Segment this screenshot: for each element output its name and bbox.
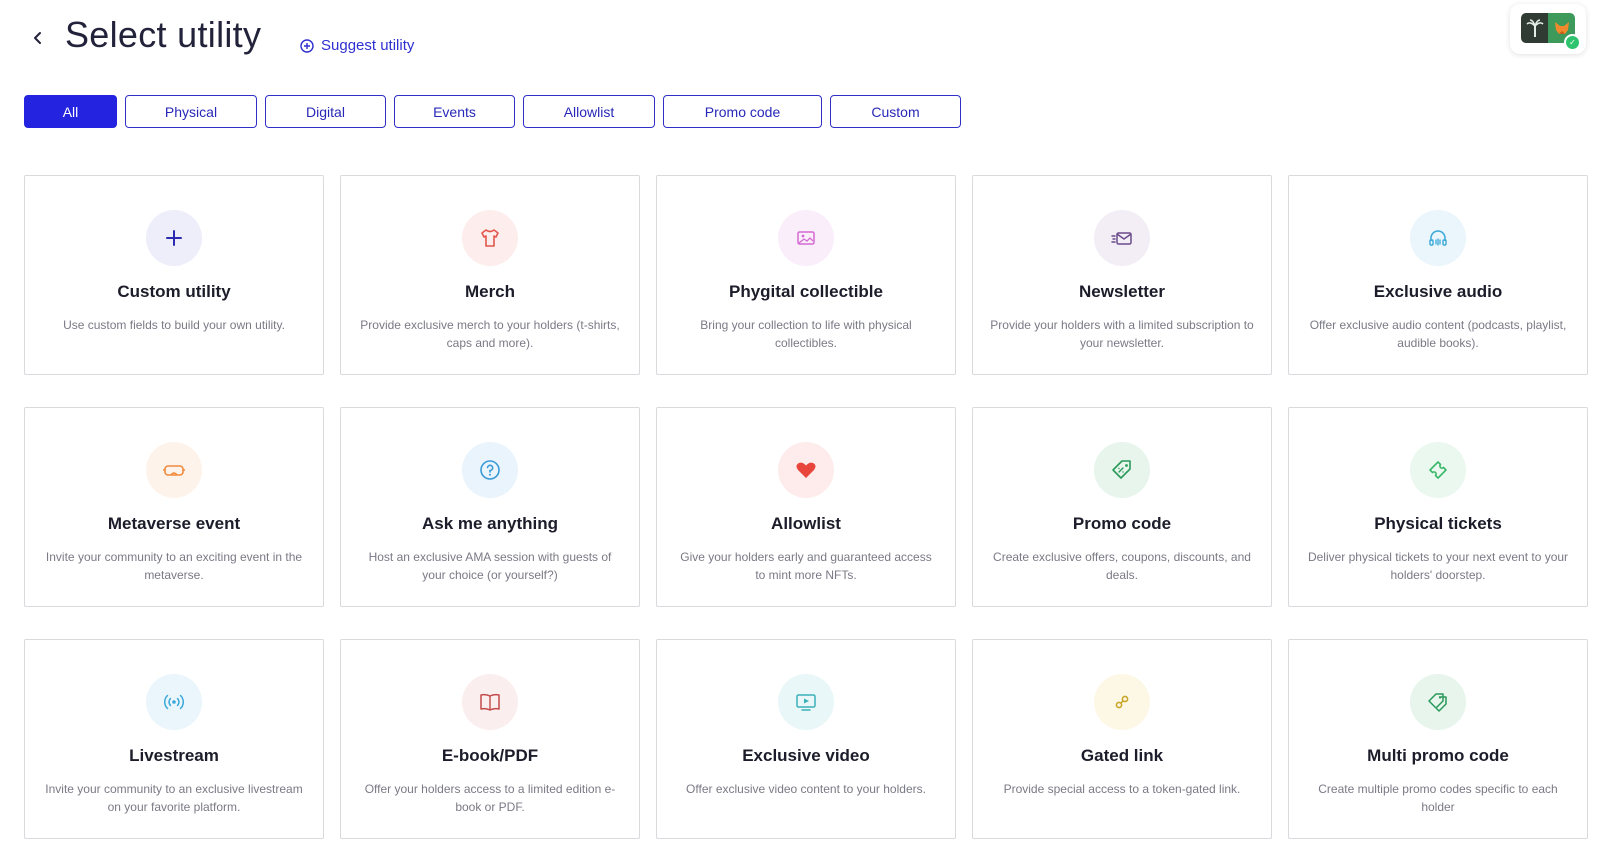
filter-custom[interactable]: Custom [830,95,961,128]
filter-bar: All Physical Digital Events Allowlist Pr… [24,95,961,128]
chevron-left-icon [34,32,41,44]
question-icon [462,442,518,498]
filter-events[interactable]: Events [394,95,515,128]
filter-allowlist[interactable]: Allowlist [523,95,655,128]
card-title: Merch [464,282,516,301]
card-title: Metaverse event [107,514,241,533]
headphones-icon [1410,210,1466,266]
card-description: Provide your holders with a limited subs… [990,318,1254,350]
heart-icon [778,442,834,498]
suggest-utility-link[interactable]: Suggest utility [300,37,414,54]
filter-promo-code[interactable]: Promo code [663,95,822,128]
filter-all[interactable]: All [24,95,117,128]
card-title: Promo code [1072,514,1172,533]
vr-headset-icon [146,442,202,498]
utility-card-phygital-collectible[interactable]: Phygital collectible Bring your collecti… [656,175,956,375]
ticket-icon [1410,442,1466,498]
utility-card-ask-me-anything[interactable]: Ask me anything Host an exclusive AMA se… [340,407,640,607]
page-title: Select utility [65,14,262,55]
card-description: Deliver physical tickets to your next ev… [1307,550,1569,582]
utility-card-merch[interactable]: Merch Provide exclusive merch to your ho… [340,175,640,375]
image-icon [778,210,834,266]
filter-digital[interactable]: Digital [265,95,386,128]
utility-card-livestream[interactable]: Livestream Invite your community to an e… [24,639,324,839]
card-description: Invite your community to an exciting eve… [45,550,303,582]
card-description: Invite your community to an exclusive li… [45,782,303,814]
card-description: Bring your collection to life with physi… [700,318,912,350]
tag-icon [1094,442,1150,498]
back-button[interactable] [26,24,50,52]
card-title: Newsletter [1079,282,1165,301]
card-title: Gated link [1080,746,1164,765]
card-description: Offer exclusive audio content (podcasts,… [1309,318,1567,350]
card-description: Provide exclusive merch to your holders … [360,318,620,350]
utility-card-exclusive-audio[interactable]: Exclusive audio Offer exclusive audio co… [1288,175,1588,375]
card-description: Give your holders early and guaranteed a… [680,550,932,582]
card-title: Allowlist [771,514,841,533]
video-icon [778,674,834,730]
multi-tag-icon [1410,674,1466,730]
utility-card-allowlist[interactable]: Allowlist Give your holders early and gu… [656,407,956,607]
utility-grid: Custom utility Use custom fields to buil… [24,175,1588,839]
link-icon [1094,674,1150,730]
utility-card-e-book-pdf[interactable]: E-book/PDF Offer your holders access to … [340,639,640,839]
card-description: Host an exclusive AMA session with guest… [368,550,612,582]
card-description: Provide special access to a token-gated … [1003,782,1241,796]
envelope-icon [1094,210,1150,266]
wallet-button[interactable]: ✓ [1510,4,1586,54]
utility-card-exclusive-video[interactable]: Exclusive video Offer exclusive video co… [656,639,956,839]
card-description: Create multiple promo codes specific to … [1318,782,1558,814]
utility-card-promo-code[interactable]: Promo code Create exclusive offers, coup… [972,407,1272,607]
broadcast-icon [146,674,202,730]
utility-card-multi-promo-code[interactable]: Multi promo code Create multiple promo c… [1288,639,1588,839]
plus-icon [146,210,202,266]
card-description: Offer your holders access to a limited e… [364,782,616,814]
card-title: Exclusive audio [1373,282,1503,301]
utility-card-physical-tickets[interactable]: Physical tickets Deliver physical ticket… [1288,407,1588,607]
utility-card-gated-link[interactable]: Gated link Provide special access to a t… [972,639,1272,839]
wallet-avatars: ✓ [1521,13,1581,51]
filter-physical[interactable]: Physical [125,95,257,128]
plus-circle-icon [300,38,314,53]
card-title: Exclusive video [742,746,870,765]
utility-card-newsletter[interactable]: Newsletter Provide your holders with a l… [972,175,1272,375]
card-description: Use custom fields to build your own util… [63,318,285,332]
tshirt-icon [462,210,518,266]
top-bar: Select utility Suggest utility ✓ [0,0,1600,80]
card-title: Multi promo code [1367,746,1509,765]
card-title: E-book/PDF [441,746,539,765]
book-icon [462,674,518,730]
card-title: Custom utility [117,282,231,301]
palm-tree-icon [1521,13,1548,43]
suggest-utility-label: Suggest utility [321,37,415,54]
card-title: Livestream [129,746,219,765]
card-title: Physical tickets [1374,514,1502,533]
card-title: Ask me anything [421,514,559,533]
card-description: Offer exclusive video content to your ho… [686,782,926,796]
card-title: Phygital collectible [729,282,883,301]
card-description: Create exclusive offers, coupons, discou… [993,550,1251,582]
utility-card-metaverse-event[interactable]: Metaverse event Invite your community to… [24,407,324,607]
check-badge-icon: ✓ [1564,34,1581,51]
utility-card-custom-utility[interactable]: Custom utility Use custom fields to buil… [24,175,324,375]
